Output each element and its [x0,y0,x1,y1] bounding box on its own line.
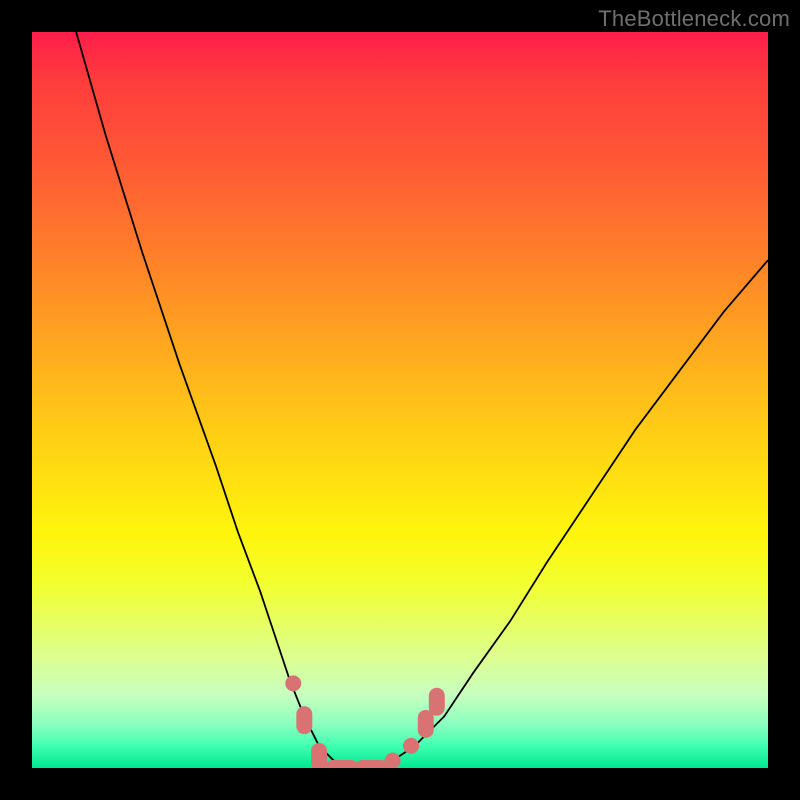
curve-marker [418,710,434,738]
curve-marker [355,760,389,768]
plot-area [32,32,768,768]
markers-group [285,675,445,768]
curve-marker [311,743,327,768]
curve-marker [296,706,312,734]
curve-marker [429,688,445,716]
curve-marker [403,738,419,754]
curve-marker [285,675,301,691]
chart-frame: TheBottleneck.com [0,0,800,800]
curve-svg [32,32,768,768]
watermark-text: TheBottleneck.com [598,6,790,32]
curve-marker [325,760,359,768]
curve-marker [385,753,401,768]
bottleneck-curve [76,32,768,768]
